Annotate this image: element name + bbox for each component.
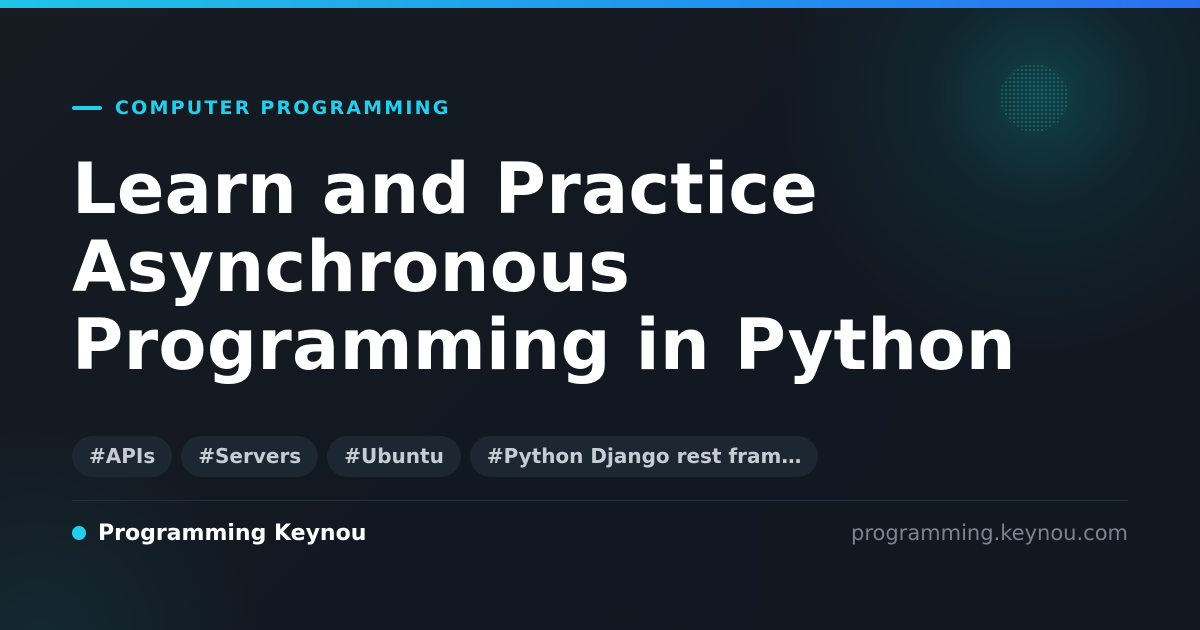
brand-name: Programming Keynou [98,520,367,546]
post-title-line-2: Asynchronous [72,226,631,308]
footer-divider [72,500,1128,501]
tag-servers[interactable]: #Servers [181,436,319,477]
tag-python-django-rest-framework[interactable]: #Python Django rest fram… [469,436,819,477]
tag-apis[interactable]: #APIs [72,436,173,477]
post-title-line-3: Programming in Python [72,304,1016,386]
dot-pattern-decoration [1000,64,1068,132]
brand: Programming Keynou [72,518,366,548]
dot-icon [72,526,86,540]
category-eyebrow: COMPUTER PROGRAMMING [72,94,451,122]
tag-ubuntu[interactable]: #Ubuntu [327,436,461,477]
post-title: Learn and Practice Asynchronous Programm… [72,150,1072,384]
category-label: COMPUTER PROGRAMMING [115,97,451,119]
site-url: programming.keynou.com [851,521,1128,545]
social-card: COMPUTER PROGRAMMING Learn and Practice … [0,0,1200,630]
tag-list: #APIs #Servers #Ubuntu #Python Django re… [72,436,819,477]
dash-line-icon [72,106,102,110]
post-title-line-1: Learn and Practice [72,148,818,230]
accent-top-bar [0,0,1200,8]
